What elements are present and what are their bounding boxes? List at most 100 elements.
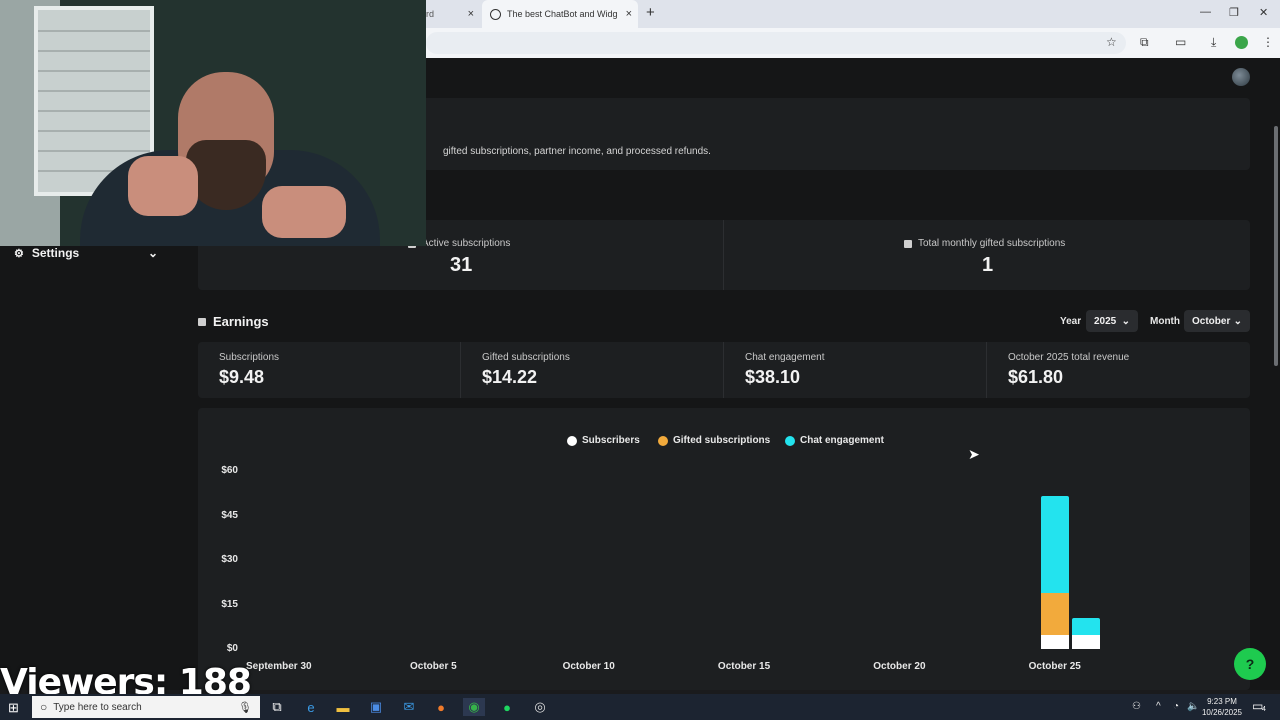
y-tick-label: $15: [221, 598, 238, 610]
divider: [460, 342, 461, 398]
legend-item-subscribers[interactable]: Subscribers: [567, 435, 640, 446]
webcam-hand: [262, 186, 346, 238]
month-label: Month: [1150, 316, 1180, 327]
address-bar[interactable]: [426, 32, 1126, 54]
divider: [723, 342, 724, 398]
earnings-stat-label: Chat engagement: [745, 352, 825, 363]
browser-tab[interactable]: rd ×: [426, 0, 482, 28]
active-subscriptions-value: 31: [450, 254, 473, 276]
earnings-chart: Subscribers Gifted subscriptions Chat en…: [198, 408, 1250, 690]
earnings-icon: [198, 317, 206, 326]
search-placeholder: Type here to search: [53, 701, 142, 713]
people-icon[interactable]: ⚇: [1132, 701, 1141, 712]
search-icon: ○: [40, 700, 48, 714]
page-scrollbar[interactable]: [1274, 126, 1278, 366]
tab-close-icon[interactable]: ×: [468, 8, 474, 20]
x-tick-label: October 10: [562, 661, 615, 672]
tab-close-icon[interactable]: ×: [626, 8, 632, 20]
earnings-stat-label: Gifted subscriptions: [482, 352, 570, 363]
task-view-icon[interactable]: ⧉: [266, 698, 288, 716]
divider: [986, 342, 987, 398]
spotify-icon[interactable]: ●: [496, 698, 518, 716]
earnings-heading: Earnings: [198, 314, 269, 329]
month-value: October: [1192, 315, 1231, 327]
network-icon[interactable]: ◔: [1173, 701, 1179, 712]
legend-label: Gifted subscriptions: [673, 435, 771, 446]
close-window-button[interactable]: ✕: [1259, 6, 1268, 19]
windows-taskbar: ⊞ ○ Type here to search 🎙 ⧉ e ▬ ▣ ✉ ● ◉ …: [0, 694, 1280, 720]
earnings-stat-value: $38.10: [745, 367, 801, 387]
extensions-icon[interactable]: ⧉: [1140, 35, 1149, 50]
firefox-icon[interactable]: ●: [430, 698, 452, 716]
clock-date: 10/26/2025: [1201, 708, 1243, 717]
legend-dot: [658, 435, 668, 446]
bar-segment[interactable]: [1040, 496, 1069, 593]
y-tick-label: $60: [221, 465, 238, 476]
webcam-overlay: [0, 0, 426, 246]
chrome-icon[interactable]: ◉: [463, 698, 485, 716]
notification-count: 4: [1262, 706, 1266, 713]
y-tick-label: $30: [221, 554, 238, 565]
x-tick-label: October 20: [873, 661, 926, 672]
webcam-hand: [128, 156, 198, 216]
taskbar-clock[interactable]: 9:23 PM 10/26/2025: [1198, 696, 1246, 718]
x-tick-label: September 30: [246, 661, 312, 672]
year-select[interactable]: 2025 ⌄: [1086, 310, 1138, 332]
tab-title: rd: [426, 9, 435, 19]
earnings-stat-label: Subscriptions: [219, 352, 280, 363]
sidebar-item-settings[interactable]: ⚙ Settings ⌄: [14, 244, 164, 262]
year-label: Year: [1060, 316, 1082, 327]
x-tick-label: October 15: [717, 661, 771, 672]
support-chat-button[interactable]: ?: [1234, 648, 1266, 680]
obs-icon[interactable]: ◎: [529, 698, 551, 716]
windows-start-icon[interactable]: ⊞: [8, 700, 19, 716]
earnings-summary-card: Subscriptions $9.48 Gifted subscriptions…: [198, 342, 1250, 398]
sidebar-item-label: Settings: [31, 246, 80, 260]
mail-icon[interactable]: ✉: [398, 698, 420, 716]
cast-icon[interactable]: ▭: [1175, 35, 1186, 49]
chevron-down-icon: ⌄: [147, 246, 158, 260]
legend-item-chat[interactable]: Chat engagement: [785, 435, 884, 446]
bar-segment[interactable]: [1071, 618, 1100, 635]
bar-segment[interactable]: [1040, 592, 1069, 635]
earnings-title: Earnings: [213, 314, 269, 329]
divider: [723, 220, 724, 290]
earnings-stat-value: $61.80: [1008, 367, 1064, 387]
legend-item-gifted[interactable]: Gifted subscriptions: [658, 435, 770, 446]
legend-label: Chat engagement: [800, 435, 884, 446]
legend-dot: [567, 435, 577, 446]
taskbar-search[interactable]: ○ Type here to search 🎙: [32, 696, 260, 718]
y-tick-label: $45: [221, 509, 238, 521]
restore-button[interactable]: ❐: [1229, 6, 1239, 19]
clock-time: 9:23 PM: [1207, 697, 1237, 706]
bookmark-star-icon[interactable]: ☆: [1106, 35, 1117, 49]
mouse-cursor-icon: ➤: [968, 446, 980, 462]
browser-tab-active[interactable]: The best ChatBot and Widgets ×: [482, 0, 638, 28]
file-explorer-icon[interactable]: ▬: [332, 698, 354, 716]
chevron-down-icon: ⌄: [1233, 315, 1242, 327]
chevron-down-icon: ⌄: [1121, 315, 1130, 327]
user-avatar[interactable]: [1232, 68, 1250, 86]
download-icon[interactable]: ⤓: [1211, 35, 1216, 50]
legend-dot: [785, 435, 795, 446]
gifted-subscriptions-value: 1: [982, 254, 994, 276]
microphone-icon[interactable]: 🎙: [238, 701, 252, 714]
browser-menu-icon[interactable]: ⋮: [1262, 35, 1274, 49]
intro-description: gifted subscriptions, partner income, an…: [443, 146, 711, 157]
tray-chevron-icon[interactable]: ^: [1156, 701, 1161, 712]
legend-label: Subscribers: [582, 435, 640, 446]
store-icon[interactable]: ▣: [365, 698, 387, 716]
x-tick-label: October 5: [410, 661, 457, 672]
y-tick-label: $0: [226, 643, 238, 654]
profile-avatar[interactable]: [1235, 36, 1248, 49]
stat-label-text: Active subscriptions: [422, 238, 511, 249]
bar-segment[interactable]: [1040, 634, 1069, 649]
edge-icon[interactable]: e: [300, 698, 322, 716]
bar-segment[interactable]: [1071, 634, 1100, 649]
earnings-stat-value: $9.48: [219, 367, 265, 387]
gifted-subscriptions-label: Total monthly gifted subscriptions: [904, 238, 1065, 249]
gift-icon: [904, 239, 912, 248]
month-select[interactable]: October ⌄: [1184, 310, 1250, 332]
new-tab-button[interactable]: +: [646, 4, 655, 21]
minimize-button[interactable]: —: [1200, 6, 1211, 18]
